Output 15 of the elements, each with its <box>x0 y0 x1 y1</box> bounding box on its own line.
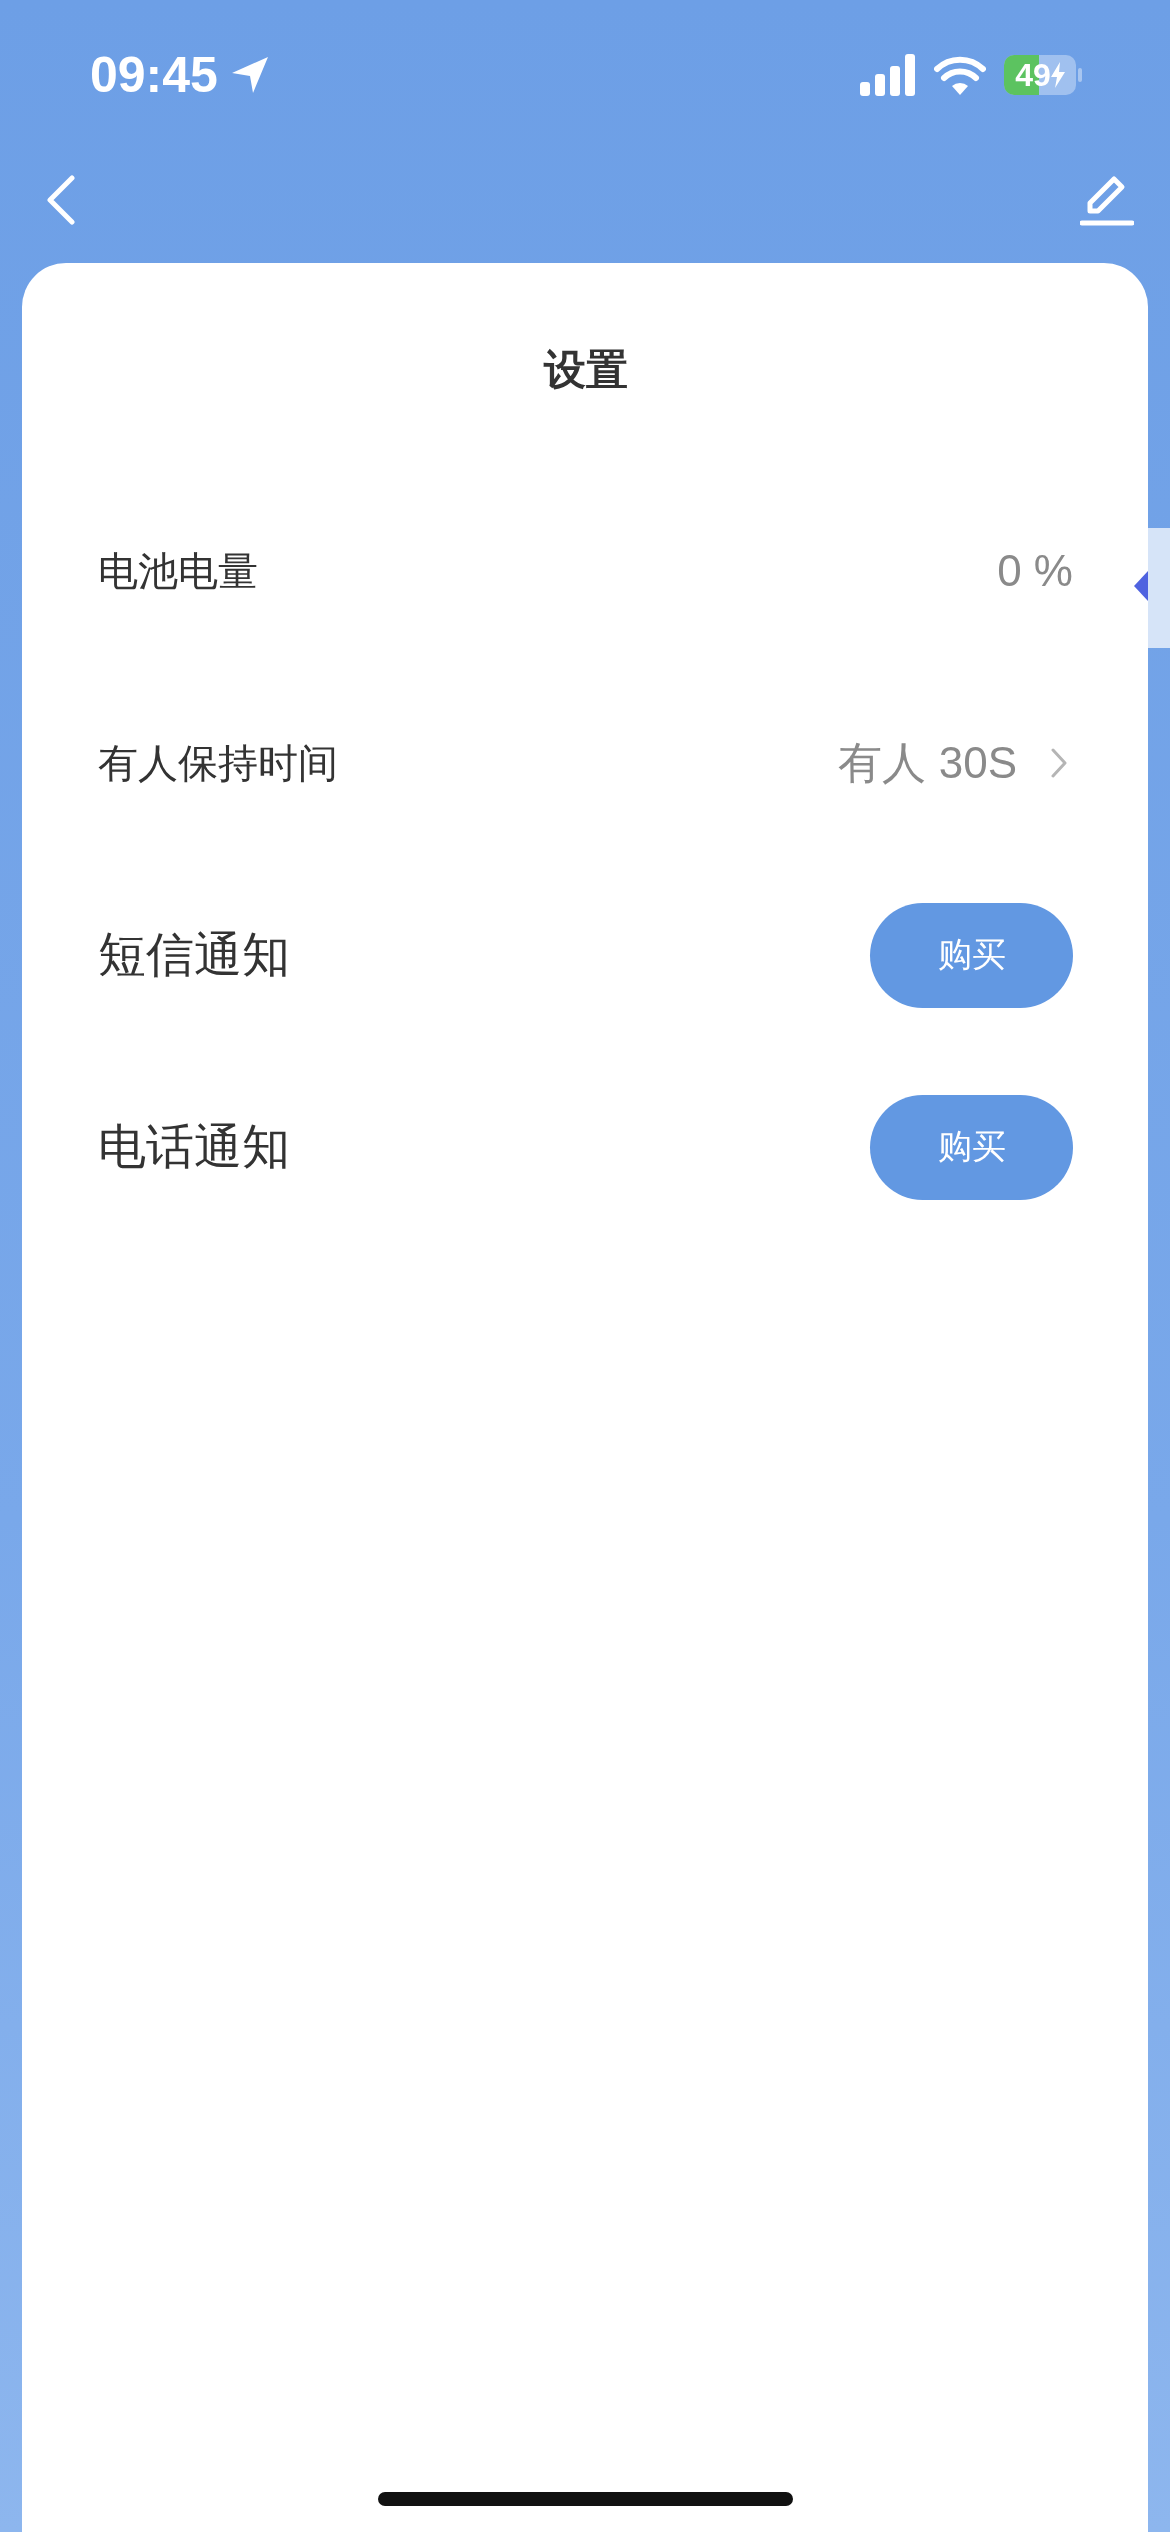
setting-value: 0 % <box>997 546 1073 596</box>
back-icon[interactable] <box>46 174 76 225</box>
triangle-icon <box>1134 571 1148 601</box>
signal-icon <box>860 54 916 96</box>
setting-label: 短信通知 <box>98 925 290 984</box>
setting-label: 有人保持时间 <box>98 738 338 788</box>
setting-value[interactable]: 有人 30S <box>838 733 1017 793</box>
wifi-icon <box>934 55 986 95</box>
buy-button[interactable]: 购买 <box>870 902 1073 1008</box>
chevron-icon[interactable] <box>1051 748 1067 778</box>
setting-label: 电话通知 <box>98 1117 290 1176</box>
page-title: 设置 <box>542 344 629 396</box>
setting-label: 电池电量 <box>98 546 258 596</box>
status-time: 09:45 <box>90 46 218 104</box>
buy-button[interactable]: 购买 <box>870 1094 1073 1200</box>
